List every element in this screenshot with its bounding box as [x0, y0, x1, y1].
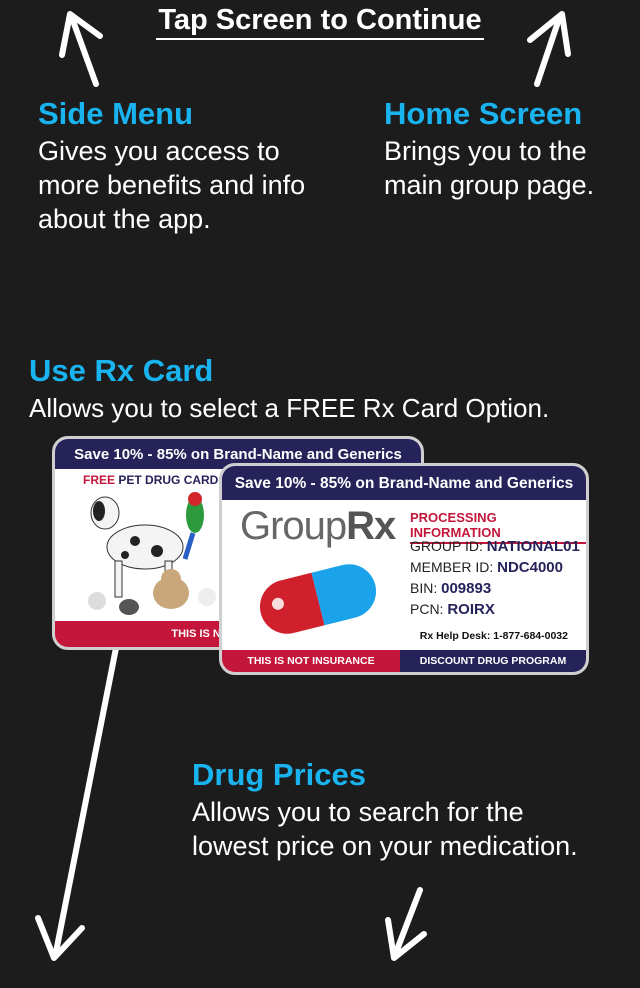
grouprx-footer-right: DISCOUNT DRUG PROGRAM	[400, 650, 586, 672]
drug-prices-description: Allows you to search for the lowest pric…	[192, 795, 578, 863]
pet-card-title-rest: PET DRUG CARD	[115, 473, 219, 487]
grouprx-logo: GroupRx	[240, 504, 396, 549]
pcn-row: PCN: ROIRX	[410, 599, 580, 620]
rx-help-desk: Rx Help Desk: 1-877-684-0032	[419, 630, 568, 642]
field-label: PCN:	[410, 601, 444, 617]
group-id-row: GROUP ID: NATIONAL01	[410, 536, 580, 557]
pet-card-title-free: FREE	[83, 473, 116, 487]
field-value: 009893	[441, 580, 492, 597]
grouprx-card[interactable]: Save 10% - 85% on Brand-Name and Generic…	[219, 463, 589, 675]
field-label: BIN:	[410, 580, 438, 596]
field-value: ROIRX	[447, 601, 495, 618]
pet-card-title: FREE PET DRUG CARD	[83, 473, 218, 487]
rx-card-title: Use Rx Card	[29, 353, 214, 388]
pets-illustration-icon	[88, 492, 216, 615]
pill-capsule-icon	[260, 564, 376, 634]
side-menu-line: Gives you access to	[38, 136, 280, 166]
grouprx-logo-light: Group	[240, 504, 347, 548]
grouprx-footer-left: THIS IS NOT INSURANCE	[222, 650, 400, 672]
field-value: NDC4000	[497, 559, 563, 576]
processing-info-fields: GROUP ID: NATIONAL01 MEMBER ID: NDC4000 …	[410, 536, 580, 620]
rx-card-arrow-icon	[53, 645, 119, 955]
side-menu-title: Side Menu	[38, 96, 194, 131]
home-screen-line: main group page.	[384, 170, 595, 200]
side-menu-line: about the app.	[38, 204, 211, 234]
drug-prices-title: Drug Prices	[192, 757, 367, 792]
member-id-row: MEMBER ID: NDC4000	[410, 557, 580, 578]
field-value: NATIONAL01	[486, 538, 580, 555]
grouprx-card-banner: Save 10% - 85% on Brand-Name and Generic…	[222, 466, 586, 500]
field-label: MEMBER ID:	[410, 559, 494, 575]
rx-card-description: Allows you to select a FREE Rx Card Opti…	[29, 393, 550, 423]
bin-row: BIN: 009893	[410, 578, 580, 599]
home-screen-title: Home Screen	[384, 96, 583, 131]
grouprx-logo-bold: Rx	[346, 504, 396, 548]
side-menu-description: Gives you access to more benefits and in…	[38, 134, 305, 236]
drug-prices-line: lowest price on your medication.	[192, 831, 578, 861]
side-menu-line: more benefits and info	[38, 170, 306, 200]
field-label: GROUP ID:	[410, 538, 483, 554]
drug-prices-line: Allows you to search for the	[192, 797, 524, 827]
home-screen-line: Brings you to the	[384, 136, 587, 166]
home-screen-description: Brings you to the main group page.	[384, 134, 594, 202]
